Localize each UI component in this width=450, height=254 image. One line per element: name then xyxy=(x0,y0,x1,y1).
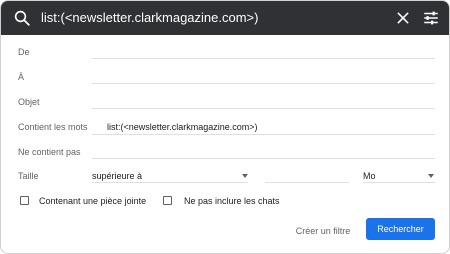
tune-icon[interactable] xyxy=(422,9,440,27)
doesnt-have-field[interactable] xyxy=(92,158,435,159)
create-filter-button[interactable]: Créer un filtre xyxy=(288,222,358,240)
to-field[interactable] xyxy=(92,83,435,84)
search-options-panel: list:(<newsletter.clarkmagazine.com>) De… xyxy=(0,0,450,254)
has-words-value: list:(<newsletter.clarkmagazine.com>) xyxy=(107,122,258,132)
search-button[interactable]: Rechercher xyxy=(366,218,435,240)
has-words-label: Contient les mots xyxy=(18,122,88,132)
search-query-input[interactable]: list:(<newsletter.clarkmagazine.com>) xyxy=(41,1,258,35)
size-value-field[interactable] xyxy=(265,182,349,183)
chevron-down-icon xyxy=(428,174,434,178)
size-unit-underline xyxy=(363,182,435,183)
exclude-chats-checkbox[interactable] xyxy=(163,196,172,205)
doesnt-have-label: Ne contient pas xyxy=(18,147,81,157)
search-icon[interactable] xyxy=(13,9,31,27)
size-unit-value: Mo xyxy=(363,171,376,181)
subject-label: Objet xyxy=(18,97,40,107)
size-operator-value: supérieure à xyxy=(92,171,143,181)
from-field[interactable] xyxy=(92,58,435,59)
size-operator-underline xyxy=(92,182,248,183)
size-unit-select[interactable]: Mo xyxy=(363,167,435,183)
subject-field[interactable] xyxy=(92,108,435,109)
search-bar: list:(<newsletter.clarkmagazine.com>) xyxy=(1,1,449,35)
has-words-field[interactable] xyxy=(92,134,435,135)
from-label: De xyxy=(18,47,30,57)
size-operator-select[interactable]: supérieure à xyxy=(92,167,248,183)
exclude-chats-label: Ne pas inclure les chats xyxy=(184,196,280,206)
has-attachment-checkbox[interactable] xyxy=(20,196,29,205)
close-icon[interactable] xyxy=(395,10,411,26)
has-attachment-label: Contenant une pièce jointe xyxy=(39,196,147,206)
size-label: Taille xyxy=(18,171,39,181)
chevron-down-icon xyxy=(242,174,248,178)
to-label: À xyxy=(18,72,25,82)
